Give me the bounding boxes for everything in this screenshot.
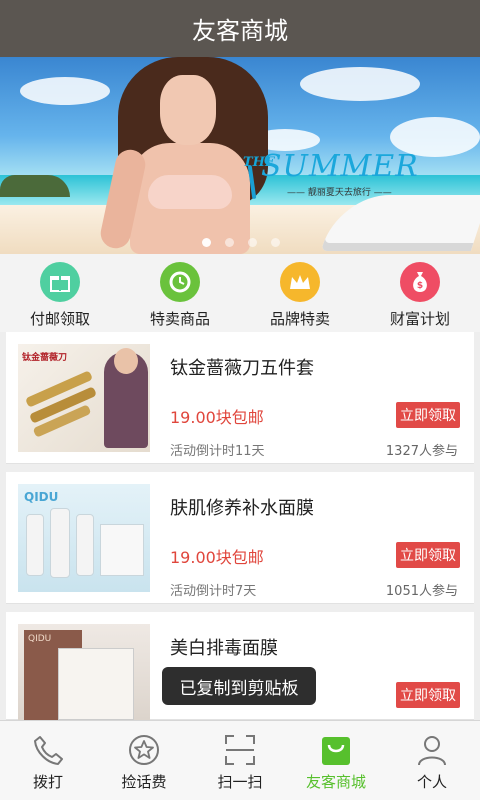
bottom-tab-bar: 拨打 捡话费 扫一扫 友客商城 个人 bbox=[0, 720, 480, 800]
category-free-shipping[interactable]: 付邮领取 bbox=[0, 254, 120, 332]
phone-icon bbox=[28, 731, 68, 769]
page-title: 友客商城 bbox=[192, 17, 288, 45]
category-label: 财富计划 bbox=[389, 310, 450, 328]
gift-icon bbox=[40, 262, 80, 302]
category-sale[interactable]: 特卖商品 bbox=[120, 254, 240, 332]
product-card[interactable]: 钛金蔷薇刀 钛金蔷薇刀五件套 19.00块包邮 立即领取 活动倒计时11天 13… bbox=[6, 332, 474, 464]
category-label: 特卖商品 bbox=[149, 310, 210, 328]
category-row: 付邮领取 特卖商品 品牌特卖 $ 财富计划 bbox=[0, 254, 480, 332]
tab-mall[interactable]: 友客商城 bbox=[288, 721, 384, 800]
claim-button[interactable]: 立即领取 bbox=[396, 542, 460, 568]
category-brand[interactable]: 品牌特卖 bbox=[240, 254, 360, 332]
product-card[interactable]: QIDU 肤肌修养补水面膜 19.00块包邮 立即领取 活动倒计时7天 1051… bbox=[6, 472, 474, 604]
product-image: QIDU bbox=[18, 484, 150, 592]
user-icon bbox=[412, 731, 452, 769]
crown-icon bbox=[280, 262, 320, 302]
tab-label: 扫一扫 bbox=[217, 773, 263, 791]
product-name: 美白排毒面膜 bbox=[170, 638, 278, 659]
app-title-bar: 友客商城 bbox=[0, 0, 480, 57]
toast-text: 已复制到剪贴板 bbox=[179, 678, 299, 699]
tab-profile[interactable]: 个人 bbox=[384, 721, 480, 800]
sale-clock-icon bbox=[160, 262, 200, 302]
shopping-bag-icon bbox=[316, 731, 356, 769]
participants-count: 1327人参与 bbox=[385, 444, 458, 459]
category-label: 付邮领取 bbox=[29, 310, 90, 328]
product-image: 钛金蔷薇刀 bbox=[18, 344, 150, 452]
carousel-dot[interactable] bbox=[248, 238, 257, 247]
countdown-text: 活动倒计时7天 bbox=[170, 584, 257, 599]
thumb-brand-text: QIDU bbox=[28, 634, 52, 644]
money-bag-icon: $ bbox=[400, 262, 440, 302]
thumb-brand-text: 钛金蔷薇刀 bbox=[22, 353, 68, 363]
countdown-text: 活动倒计时11天 bbox=[170, 444, 265, 459]
carousel-dot[interactable] bbox=[271, 238, 280, 247]
svg-text:$: $ bbox=[417, 281, 423, 291]
tab-label: 个人 bbox=[416, 773, 447, 791]
tab-label: 拨打 bbox=[32, 773, 63, 791]
tab-scan[interactable]: 扫一扫 bbox=[192, 721, 288, 800]
product-price: 19.00块包邮 bbox=[170, 408, 264, 427]
product-price: 19.00块包邮 bbox=[170, 548, 264, 567]
scan-icon bbox=[220, 731, 260, 769]
product-name: 肤肌修养补水面膜 bbox=[170, 498, 314, 519]
carousel-dot[interactable] bbox=[202, 238, 211, 247]
thumb-brand-text: QIDU bbox=[24, 490, 59, 504]
model-image bbox=[97, 57, 268, 254]
carousel-indicator[interactable] bbox=[202, 238, 280, 247]
tab-dial[interactable]: 拨打 bbox=[0, 721, 96, 800]
product-image: QIDU bbox=[18, 624, 150, 720]
claim-button[interactable]: 立即领取 bbox=[396, 402, 460, 428]
carousel-dot[interactable] bbox=[225, 238, 234, 247]
participants-count: 1051人参与 bbox=[385, 584, 458, 599]
toast-message: 已复制到剪贴板 bbox=[162, 667, 316, 705]
star-coin-icon bbox=[124, 731, 164, 769]
category-label: 品牌特卖 bbox=[269, 310, 330, 328]
claim-button[interactable]: 立即领取 bbox=[396, 682, 460, 708]
tab-label: 捡话费 bbox=[121, 773, 167, 791]
banner-summer-text: SUMMER bbox=[261, 149, 419, 184]
category-wealth[interactable]: $ 财富计划 bbox=[360, 254, 480, 332]
product-name: 钛金蔷薇刀五件套 bbox=[170, 358, 314, 379]
tab-label: 友客商城 bbox=[305, 773, 366, 791]
banner-subtitle: —— 靓丽夏天去旅行 —— bbox=[287, 188, 392, 198]
promo-banner[interactable]: THE SUMMER —— 靓丽夏天去旅行 —— bbox=[0, 57, 480, 254]
tab-collect-credit[interactable]: 捡话费 bbox=[96, 721, 192, 800]
